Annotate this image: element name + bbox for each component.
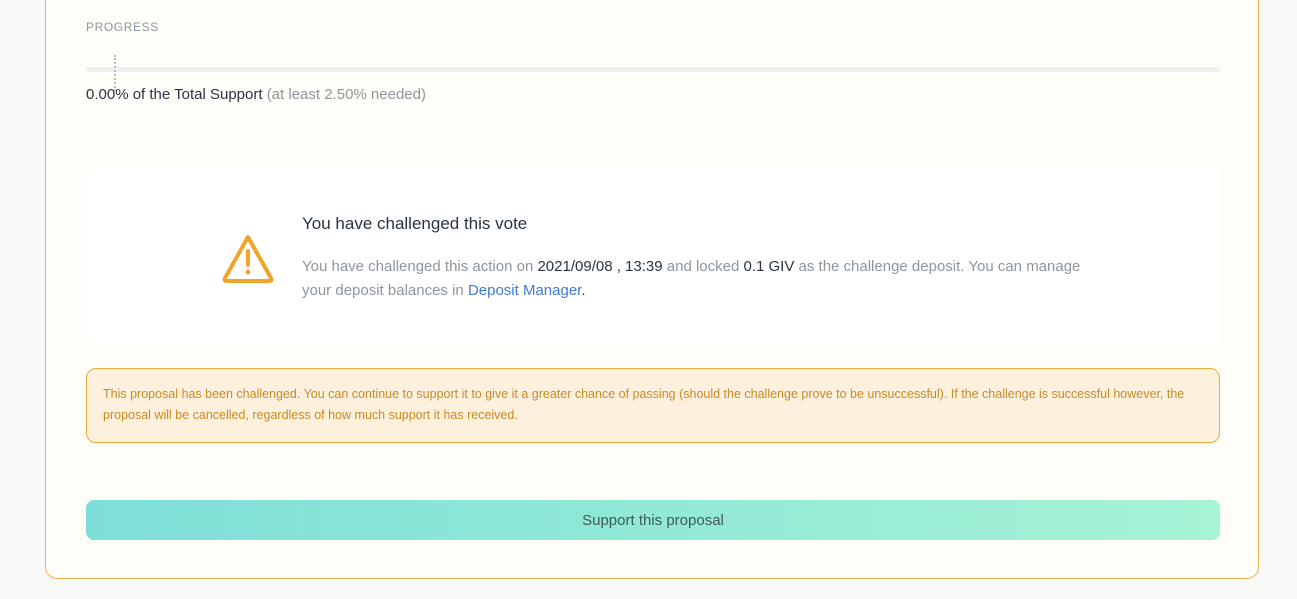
support-proposal-button[interactable]: Support this proposal [86, 500, 1220, 540]
challenge-notice: This proposal has been challenged. You c… [86, 368, 1220, 443]
progress-label: PROGRESS [86, 20, 159, 34]
challenge-body-prefix: You have challenged this action on [302, 258, 538, 275]
challenge-amount: 0.1 GIV [743, 258, 795, 275]
challenge-body-end: . [581, 282, 586, 299]
challenge-title: You have challenged this vote [302, 214, 528, 233]
challenge-description: You have challenged this action on 2021/… [302, 255, 1082, 303]
support-needed-text: (at least 2.50% needed) [266, 86, 426, 103]
warning-triangle-icon [220, 232, 276, 286]
support-percent-text: 0.00% of the Total Support [86, 86, 263, 103]
challenge-date: 2021/09/08 , 13:39 [537, 258, 663, 275]
progress-bar [86, 67, 1220, 72]
deposit-manager-link[interactable]: Deposit Manager [468, 282, 581, 299]
support-summary: 0.00% of the Total Support (at least 2.5… [86, 86, 426, 103]
challenge-body-middle: and locked [662, 258, 744, 275]
